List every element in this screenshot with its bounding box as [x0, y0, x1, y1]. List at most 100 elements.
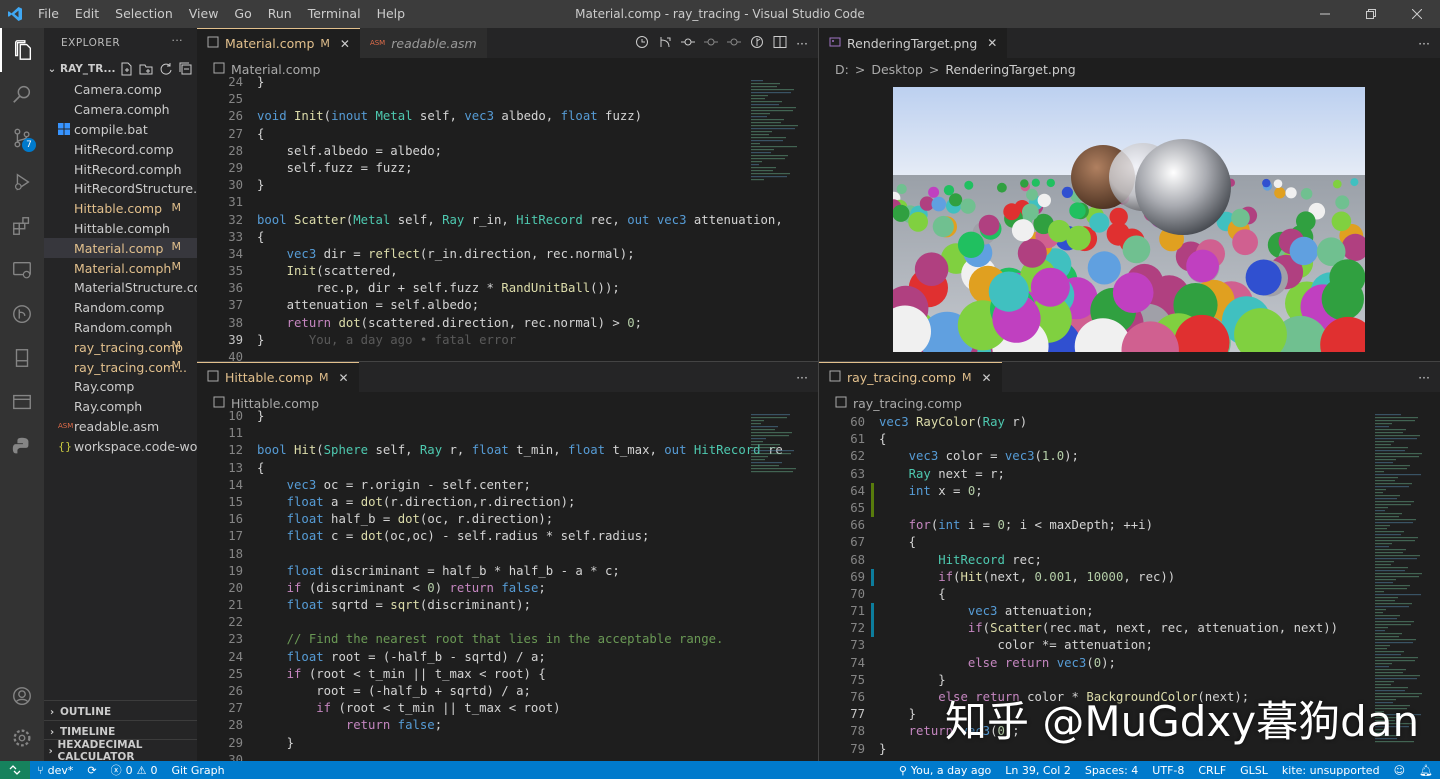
file-item[interactable]: HitRecord.comph	[44, 159, 197, 179]
folder-header[interactable]: ⌄ RAY_TR...	[44, 58, 197, 80]
indentation[interactable]: Spaces: 4	[1078, 764, 1145, 777]
branch-indicator[interactable]: ⑂ dev*	[30, 764, 80, 777]
run-debug-icon[interactable]	[0, 160, 44, 204]
language-mode[interactable]: GLSL	[1233, 764, 1275, 777]
gitlens-icon[interactable]	[750, 35, 764, 52]
blame-indicator[interactable]: ⚲ You, a day ago	[892, 764, 998, 777]
minimap[interactable]	[747, 414, 807, 761]
close-tab-icon[interactable]: ✕	[987, 36, 997, 50]
breadcrumb-part[interactable]: >	[855, 62, 865, 77]
account-icon[interactable]	[0, 674, 44, 718]
breadcrumb-part[interactable]: Desktop	[871, 62, 923, 77]
minimize-icon[interactable]	[1302, 0, 1348, 28]
explorer-icon[interactable]	[0, 28, 44, 72]
code-area[interactable]: 10} 11 12 bool Hit(Sphere self, Ray r, floa…	[197, 408, 818, 761]
menu-view[interactable]: View	[181, 0, 227, 28]
next-change-icon[interactable]	[727, 35, 742, 52]
encoding[interactable]: UTF-8	[1145, 764, 1191, 777]
feedback-icon[interactable]: ☺	[1387, 764, 1412, 777]
close-icon[interactable]	[1394, 0, 1440, 28]
file-item[interactable]: Ray.comp	[44, 377, 197, 397]
git-commit-icon[interactable]	[681, 35, 696, 52]
problems-indicator[interactable]: ⓧ 0 ⚠ 0	[104, 762, 165, 778]
line-number: 19	[228, 563, 243, 578]
code-area[interactable]: 24} 25 26 void Init(inout Metal self, vec3 …	[197, 74, 818, 361]
settings-gear-icon[interactable]	[0, 716, 44, 760]
collapse-all-icon[interactable]	[179, 62, 193, 79]
breadcrumb-part[interactable]: >	[929, 62, 939, 77]
file-item[interactable]: ray_tracing.com... M	[44, 357, 197, 377]
editor-tab[interactable]: RenderingTarget.png ✕	[819, 28, 1008, 58]
new-file-icon[interactable]	[119, 62, 133, 79]
file-item[interactable]: Hittable.comph	[44, 219, 197, 239]
line-number: 37	[228, 298, 243, 313]
file-item[interactable]: Ray.comph	[44, 397, 197, 417]
breadcrumb-part[interactable]: D:	[835, 62, 849, 77]
editor-tab[interactable]: ASM readable.asm	[359, 28, 487, 58]
close-tab-icon[interactable]: ✕	[981, 371, 991, 385]
close-tab-icon[interactable]: ✕	[339, 371, 349, 385]
menu-selection[interactable]: Selection	[107, 0, 181, 28]
more-actions-icon[interactable]: ···	[1418, 370, 1430, 385]
tab-bar: ray_tracing.comp M ✕ ···	[819, 362, 1440, 392]
open-changes-icon[interactable]	[658, 35, 672, 52]
line-ending[interactable]: CRLF	[1191, 764, 1233, 777]
more-actions-icon[interactable]: ···	[796, 36, 808, 51]
notifications-bell-icon[interactable]: 🔔︎	[1412, 764, 1440, 777]
file-item[interactable]: Camera.comp	[44, 80, 197, 100]
breadcrumb[interactable]: D: > Desktop > RenderingTarget.png	[819, 58, 1440, 80]
file-item[interactable]: Material.comp M	[44, 238, 197, 259]
extensions-icon[interactable]	[0, 204, 44, 248]
sync-button[interactable]: ⟳	[80, 764, 103, 777]
cursor-position[interactable]: Ln 39, Col 2	[998, 764, 1078, 777]
more-actions-icon[interactable]: ···	[1418, 36, 1430, 51]
menu-help[interactable]: Help	[369, 0, 414, 28]
menu-terminal[interactable]: Terminal	[300, 0, 369, 28]
code-line: 16 float half_b = dot(oc, r.direction);	[197, 511, 818, 528]
source-control-icon[interactable]: 7	[0, 116, 44, 160]
refresh-icon[interactable]	[159, 62, 173, 79]
notebook-icon[interactable]	[0, 336, 44, 380]
remote-explorer-icon[interactable]	[0, 248, 44, 292]
editor-tab[interactable]: ray_tracing.comp M ✕	[819, 362, 1002, 392]
file-item[interactable]: MaterialStructure.com...	[44, 278, 197, 298]
remote-indicator[interactable]	[0, 761, 30, 779]
python-icon[interactable]	[0, 424, 44, 468]
file-item[interactable]: ASM readable.asm	[44, 417, 197, 437]
search-icon[interactable]	[0, 72, 44, 116]
file-item[interactable]: compile.bat	[44, 120, 197, 140]
editor-split-horizontal[interactable]	[197, 361, 1440, 362]
git-graph-button[interactable]: Git Graph	[164, 764, 231, 777]
menu-edit[interactable]: Edit	[67, 0, 107, 28]
file-item[interactable]: HitRecord.comp	[44, 139, 197, 159]
previous-change-icon[interactable]	[704, 35, 719, 52]
more-actions-icon[interactable]: ···	[171, 35, 183, 47]
section-hex-calculator[interactable]: › HEXADECIMAL CALCULATOR	[44, 739, 197, 761]
file-item[interactable]: ray_tracing.comp M	[44, 337, 197, 357]
close-tab-icon[interactable]: ✕	[340, 37, 350, 51]
restore-icon[interactable]	[1348, 0, 1394, 28]
file-item[interactable]: {}workspace.code-work...	[44, 436, 197, 456]
file-item[interactable]: Hittable.comp M	[44, 199, 197, 219]
editor-split-vertical[interactable]	[818, 28, 819, 761]
kite-status[interactable]: kite: unsupported	[1275, 764, 1387, 777]
breadcrumb[interactable]: ray_tracing.comp	[853, 396, 962, 411]
more-actions-icon[interactable]: ···	[796, 370, 808, 385]
minimap[interactable]	[747, 80, 807, 361]
new-folder-icon[interactable]	[139, 62, 153, 79]
breadcrumb-part[interactable]: RenderingTarget.png	[945, 62, 1075, 77]
timeline-icon[interactable]	[635, 35, 649, 52]
editor-tab[interactable]: Material.comp M ✕	[197, 28, 360, 58]
git-graph-icon[interactable]	[0, 292, 44, 336]
panel-icon[interactable]	[0, 380, 44, 424]
split-editor-icon[interactable]	[773, 35, 787, 52]
file-item[interactable]: Random.comph	[44, 318, 197, 338]
menu-file[interactable]: File	[30, 0, 67, 28]
file-item[interactable]: Material.comph M	[44, 258, 197, 278]
file-item[interactable]: HitRecordStructure.co...	[44, 179, 197, 199]
menu-run[interactable]: Run	[260, 0, 300, 28]
file-item[interactable]: Random.comp	[44, 298, 197, 318]
menu-go[interactable]: Go	[226, 0, 259, 28]
file-item[interactable]: Camera.comph	[44, 100, 197, 120]
editor-tab[interactable]: Hittable.comp M ✕	[197, 362, 359, 392]
